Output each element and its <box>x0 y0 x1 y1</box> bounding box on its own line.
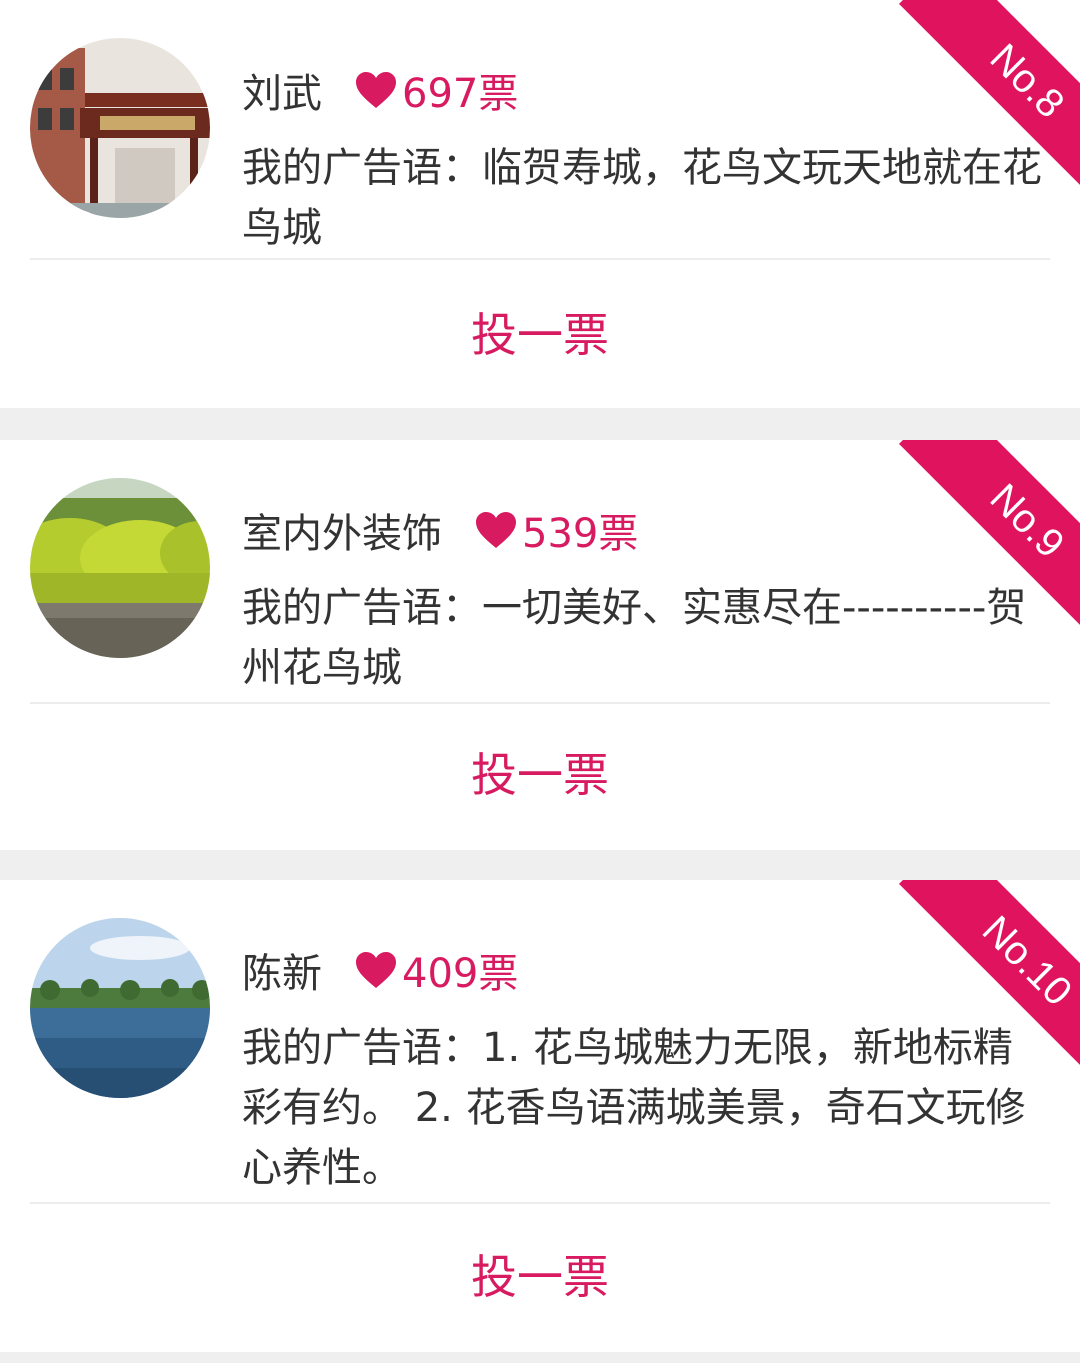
vote-button[interactable]: 投一票 <box>0 1214 1080 1334</box>
heart-icon <box>356 72 396 108</box>
avatar <box>30 478 210 658</box>
slogan-text: 我的广告语：临贺寿城，花鸟文玩天地就在花鸟城 <box>242 145 1042 251</box>
vote-button[interactable]: 投一票 <box>0 712 1080 832</box>
vote-button[interactable]: 投一票 <box>0 272 1080 392</box>
slogan-text: 我的广告语：一切美好、实惠尽在----------贺州花鸟城 <box>242 585 1027 691</box>
name-row: 刘武 697票 <box>242 62 518 118</box>
slogan-text: 我的广告语：1. 花鸟城魅力无限，新地标精彩有约。 2. 花香鸟语满城美景，奇石… <box>242 1025 1026 1191</box>
divider <box>30 258 1050 260</box>
rank-label: No.8 <box>981 35 1073 127</box>
vote-count: 409票 <box>402 951 519 997</box>
divider <box>30 1202 1050 1204</box>
divider <box>30 702 1050 704</box>
name-row: 室内外装饰 539票 <box>242 502 638 558</box>
avatar <box>30 918 210 1098</box>
entrant-name: 刘武 <box>242 71 322 117</box>
vote-count: 697票 <box>402 71 519 117</box>
name-row: 陈新 409票 <box>242 942 518 998</box>
entrant-name: 室内外装饰 <box>242 511 442 557</box>
vote-count: 539票 <box>522 511 639 557</box>
heart-icon <box>476 512 516 548</box>
rank-label: No.10 <box>974 907 1080 1014</box>
entry-card-no8: 刘武 697票 我的广告语：临贺寿城，花鸟文玩天地就在花鸟城 投一票 No.8 <box>0 0 1080 408</box>
entrant-name: 陈新 <box>242 951 322 997</box>
entry-card-no10: 陈新 409票 我的广告语：1. 花鸟城魅力无限，新地标精彩有约。 2. 花香鸟… <box>0 880 1080 1352</box>
rank-label: No.9 <box>981 475 1073 567</box>
entry-card-no9: 室内外装饰 539票 我的广告语：一切美好、实惠尽在----------贺州花鸟… <box>0 440 1080 850</box>
avatar <box>30 38 210 218</box>
heart-icon <box>356 952 396 988</box>
